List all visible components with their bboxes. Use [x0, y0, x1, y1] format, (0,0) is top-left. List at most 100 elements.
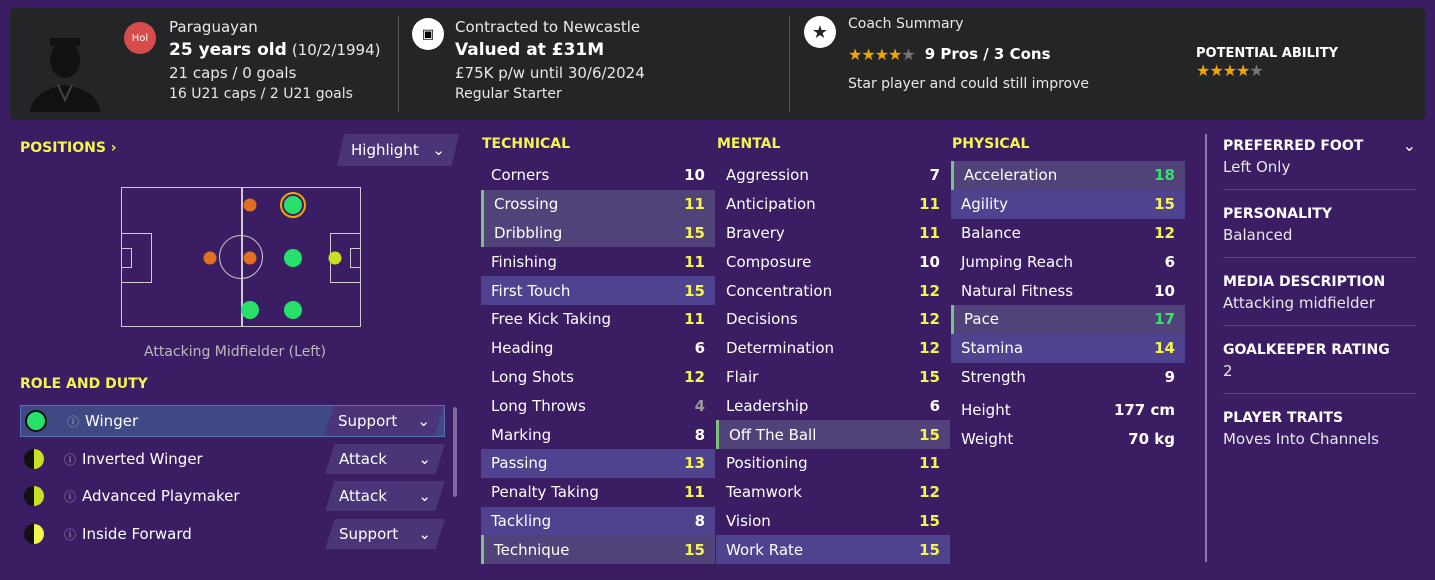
attribute-row[interactable]: Long Throws 4 — [481, 391, 715, 420]
duty-dropdown[interactable]: Attack ⌄ — [325, 481, 445, 511]
attribute-row[interactable]: Marking 8 — [481, 420, 715, 449]
attribute-row[interactable]: Balance 12 — [951, 219, 1185, 248]
position-label: Attacking Midfielder (Left) — [144, 344, 326, 360]
role-circle-icon — [24, 449, 44, 469]
attribute-row[interactable]: Stamina 14 — [951, 333, 1185, 363]
attribute-row[interactable]: Agility 15 — [951, 189, 1185, 219]
attribute-row[interactable]: Leadership 6 — [716, 391, 950, 420]
player-avatar — [30, 38, 100, 112]
attribute-name: Passing — [491, 454, 548, 473]
role-name: Inside Forward — [82, 525, 192, 543]
player-age: 25 years old — [169, 40, 287, 60]
positions-title[interactable]: POSITIONS › — [20, 140, 117, 156]
highlight-dropdown[interactable]: Highlight ⌄ — [337, 134, 459, 166]
attribute-name: Finishing — [491, 252, 557, 271]
goalkeeper-rating: GOALKEEPER RATING 2 — [1223, 326, 1416, 394]
attribute-row[interactable]: Bravery 11 — [716, 219, 950, 248]
attribute-row[interactable]: Vision 15 — [716, 507, 950, 536]
potential-ability-stars: ★★★★★ — [1196, 61, 1264, 80]
attribute-name: Crossing — [494, 195, 559, 214]
attribute-name: Work Rate — [726, 540, 804, 559]
potential-ability-label: POTENTIAL ABILITY — [1196, 46, 1338, 61]
attribute-row[interactable]: Composure 10 — [716, 247, 950, 276]
position-dot — [203, 251, 217, 265]
attribute-name: Composure — [726, 252, 812, 271]
attribute-row[interactable]: Acceleration 18 — [951, 161, 1185, 190]
attribute-name: Natural Fitness — [961, 281, 1074, 300]
attribute-row[interactable]: Finishing 11 — [481, 247, 715, 276]
attribute-value: 6 — [694, 339, 705, 358]
attribute-value: 15 — [684, 223, 705, 242]
attribute-row[interactable]: Passing 13 — [481, 448, 715, 478]
star-icon: ★ — [804, 16, 836, 48]
attribute-value: 11 — [919, 223, 940, 242]
player-value: Valued at £31M — [455, 40, 605, 60]
attribute-row[interactable]: Teamwork 12 — [716, 478, 950, 507]
attribute-row[interactable]: Flair 15 — [716, 363, 950, 392]
duty-dropdown[interactable]: Support ⌄ — [325, 519, 445, 549]
attribute-row[interactable]: Off The Ball 15 — [716, 420, 950, 449]
mental-column: MENTAL Aggression 7 Anticipation 11 Bravery 1… — [716, 136, 950, 565]
attribute-name: Strength — [961, 367, 1026, 386]
position-dot — [241, 301, 259, 319]
attribute-row[interactable]: Tackling 8 — [481, 506, 715, 536]
attribute-row[interactable]: Long Shots 12 — [481, 363, 715, 392]
role-circle-icon — [24, 486, 44, 506]
height-row: Height 177 cm — [961, 400, 1175, 419]
role-row[interactable]: ⓘ Winger Support ⌄ — [20, 405, 445, 437]
chevron-down-icon[interactable]: ⌄ — [1403, 136, 1416, 156]
duty-dropdown[interactable]: Support ⌄ — [324, 406, 444, 436]
attribute-value: 18 — [1154, 166, 1175, 185]
role-row[interactable]: ⓘ Inside Forward Support ⌄ — [20, 518, 445, 550]
attribute-row[interactable]: Natural Fitness 10 — [951, 276, 1185, 305]
position-dot — [328, 251, 342, 265]
role-row[interactable]: ⓘ Inverted Winger Attack ⌄ — [20, 443, 445, 475]
duty-dropdown[interactable]: Attack ⌄ — [325, 444, 445, 474]
attribute-row[interactable]: Determination 12 — [716, 334, 950, 363]
attribute-value: 7 — [929, 166, 940, 185]
attribute-value: 10 — [1154, 281, 1175, 300]
attribute-name: Concentration — [726, 281, 833, 300]
attribute-row[interactable]: Concentration 12 — [716, 276, 950, 305]
attribute-row[interactable]: Crossing 11 — [481, 189, 715, 219]
role-row[interactable]: ⓘ Advanced Playmaker Attack ⌄ — [20, 480, 445, 512]
info-icon[interactable]: ⓘ — [64, 526, 76, 543]
attribute-row[interactable]: Work Rate 15 — [716, 535, 950, 565]
attribute-value: 6 — [1164, 252, 1175, 271]
attribute-row[interactable]: Pace 17 — [951, 304, 1185, 334]
info-icon[interactable]: ⓘ — [67, 413, 79, 430]
coach-rating: ★★★★ ★ 9 Pros / 3 Cons — [848, 42, 1089, 66]
attribute-row[interactable]: Positioning 11 — [716, 449, 950, 478]
attribute-value: 13 — [684, 454, 705, 473]
attribute-row[interactable]: Technique 15 — [481, 535, 715, 565]
preferred-foot: PREFERRED FOOT ⌄ Left Only — [1223, 122, 1416, 190]
pros-cons[interactable]: 9 Pros / 3 Cons — [925, 42, 1051, 66]
attribute-name: Heading — [491, 339, 554, 358]
media-description: MEDIA DESCRIPTION Attacking midfielder — [1223, 258, 1416, 326]
physical-column: PHYSICAL Acceleration 18 Agility 15 Balance 1… — [951, 136, 1185, 453]
attribute-row[interactable]: Anticipation 11 — [716, 190, 950, 219]
attribute-row[interactable]: Aggression 7 — [716, 161, 950, 190]
attribute-value: 8 — [694, 511, 705, 530]
attribute-row[interactable]: Penalty Taking 11 — [481, 478, 715, 507]
roles-scrollbar[interactable] — [453, 407, 457, 497]
attribute-row[interactable]: Free Kick Taking 11 — [481, 305, 715, 334]
attribute-row[interactable]: Strength 9 — [951, 363, 1185, 392]
squad-status: Regular Starter — [455, 86, 562, 102]
attribute-name: Bravery — [726, 223, 785, 242]
attribute-name: Leadership — [726, 396, 809, 415]
attribute-value: 15 — [919, 540, 940, 559]
caps: 21 caps / 0 goals — [169, 64, 297, 82]
attribute-value: 9 — [1164, 367, 1175, 386]
attribute-name: Acceleration — [964, 166, 1058, 185]
info-icon[interactable]: ⓘ — [64, 488, 76, 505]
attribute-value: 12 — [1154, 223, 1175, 242]
attribute-row[interactable]: Corners 10 — [481, 161, 715, 190]
attribute-row[interactable]: Decisions 12 — [716, 305, 950, 334]
role-circle-icon — [24, 524, 44, 544]
attribute-row[interactable]: Heading 6 — [481, 334, 715, 363]
info-icon[interactable]: ⓘ — [64, 451, 76, 468]
attribute-row[interactable]: First Touch 15 — [481, 276, 715, 305]
attribute-row[interactable]: Jumping Reach 6 — [951, 247, 1185, 276]
attribute-row[interactable]: Dribbling 15 — [481, 218, 715, 248]
